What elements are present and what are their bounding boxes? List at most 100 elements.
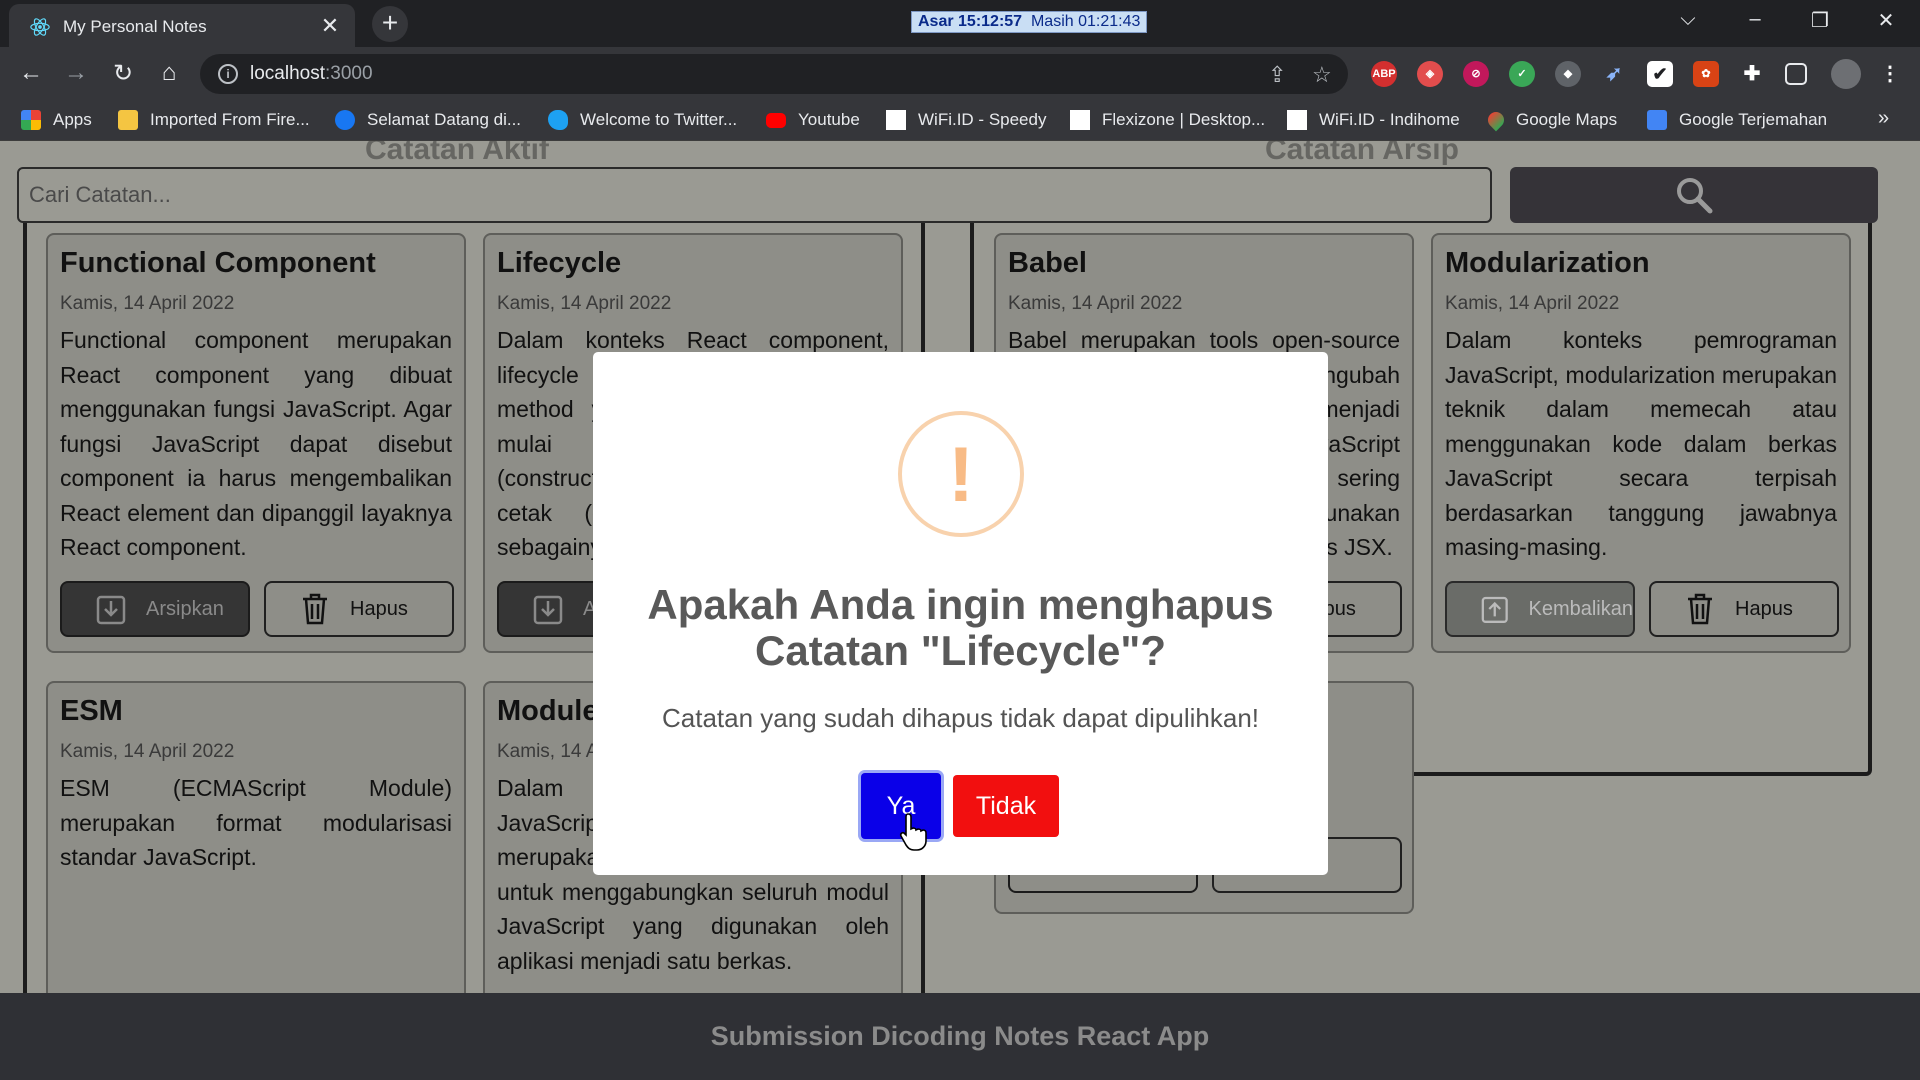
delete-confirm-dialog: ! Apakah Anda ingin menghapus Catatan "L… <box>593 352 1328 875</box>
reload-icon[interactable]: ↻ <box>107 59 139 88</box>
profile-avatar[interactable] <box>1831 59 1861 89</box>
restore-button-label: Kembalikan <box>1528 597 1633 620</box>
apps-grid-icon <box>21 110 41 130</box>
archive-download-icon <box>533 595 563 625</box>
search-icon <box>1677 178 1713 214</box>
bookmark-label: Google Terjemahan <box>1679 110 1828 129</box>
bookmark-twitter[interactable]: Welcome to Twitter... <box>548 110 737 130</box>
minimize-icon[interactable]: – <box>1735 8 1775 31</box>
bookmark-flexizone[interactable]: Flexizone | Desktop... <box>1070 110 1265 130</box>
color-picker-extension-icon[interactable]: ✿ <box>1693 61 1719 87</box>
note-date: Kamis, 14 April 2022 <box>497 293 672 314</box>
note-body: Functional component merupakan React com… <box>60 327 452 560</box>
close-window-icon[interactable]: ✕ <box>1866 8 1906 33</box>
url-text: localhost:3000 <box>250 63 373 85</box>
bookmark-wifi-indihome[interactable]: WiFi.ID - Indihome <box>1287 110 1460 130</box>
bookmark-apps[interactable]: Apps <box>21 110 92 130</box>
delete-button-label: Hapus <box>350 597 408 620</box>
note-date: Kamis, 14 April 2022 <box>60 293 235 314</box>
note-body: Dalam konteks pemrograman JavaScript, mo… <box>1445 327 1837 560</box>
address-toolbar: ← → ↻ ⌂ i localhost:3000 ⇪ ☆ ABP ◈ ⊘ ✓ ◆… <box>0 47 1920 101</box>
note-date: Kamis, 14 April 2022 <box>1445 293 1620 314</box>
restore-button[interactable]: Kembalikan <box>1445 581 1635 637</box>
hand-pointer-cursor-icon <box>899 813 927 851</box>
new-tab-button[interactable]: + <box>372 6 408 42</box>
twitter-icon <box>548 110 568 130</box>
bookmark-facebook[interactable]: Selamat Datang di... <box>335 110 521 130</box>
facebook-icon <box>335 110 355 130</box>
trash-icon <box>303 593 327 625</box>
archive-button-label: Arsipkan <box>146 597 224 620</box>
bookmark-google-maps[interactable]: Google Maps <box>1484 108 1618 132</box>
note-date: Kamis, 14 April 2022 <box>1008 293 1183 314</box>
bookmarks-overflow-chevron-icon[interactable]: » <box>1878 107 1889 130</box>
cancel-no-button[interactable]: Tidak <box>953 775 1059 837</box>
dialog-text: Catatan yang sudah dihapus tidak dapat d… <box>662 703 1259 733</box>
delete-button[interactable]: Hapus <box>1649 581 1839 637</box>
search-button[interactable] <box>1510 167 1878 223</box>
search-input[interactable]: Cari Catatan... <box>17 167 1492 223</box>
cursor-extension-icon[interactable]: ➶ <box>1601 61 1627 87</box>
youtube-icon <box>766 112 786 128</box>
extensions-puzzle-icon[interactable]: ✚ <box>1739 61 1765 87</box>
warning-exclamation-icon: ! <box>898 411 1024 537</box>
bookmark-label: Youtube <box>798 110 860 129</box>
note-title: Babel <box>1008 247 1087 279</box>
back-icon[interactable]: ← <box>15 59 47 87</box>
browser-tab[interactable]: My Personal Notes ✕ <box>9 4 355 47</box>
note-body: ESM (ECMAScript Module) merupakan format… <box>60 775 452 870</box>
url-port: :3000 <box>325 63 373 84</box>
trash-icon <box>1688 593 1712 625</box>
adblock-plus-icon[interactable]: ABP <box>1371 61 1397 87</box>
site-info-icon[interactable]: i <box>218 64 238 84</box>
archive-button[interactable]: Arsipkan <box>60 581 250 637</box>
archive-download-icon <box>96 595 126 625</box>
browser-menu-icon[interactable]: ⋮ <box>1877 61 1903 87</box>
bookmark-label: WiFi.ID - Indihome <box>1319 110 1460 129</box>
bookmark-label: Imported From Fire... <box>150 110 310 129</box>
delete-button[interactable]: Hapus <box>264 581 454 637</box>
tab-title: My Personal Notes <box>63 17 207 36</box>
tab-search-chevron-icon[interactable]: ⌵ <box>1668 8 1708 31</box>
shield-extension-icon[interactable]: ◈ <box>1417 61 1443 87</box>
bookmark-wifi-speedy[interactable]: WiFi.ID - Speedy <box>886 110 1046 130</box>
note-card: Modularization Kamis, 14 April 2022 Dala… <box>1431 233 1851 653</box>
bookmark-youtube[interactable]: Youtube <box>766 110 860 130</box>
prayer-time: Asar 15:12:57 <box>918 13 1023 30</box>
page-icon <box>886 110 906 130</box>
bookmark-label: Apps <box>53 110 92 129</box>
page-icon <box>1287 110 1307 130</box>
privacy-shield-icon[interactable]: ◆ <box>1555 61 1581 87</box>
maps-pin-icon <box>1484 108 1508 132</box>
vpn-shield-icon[interactable]: ✓ <box>1509 61 1535 87</box>
bookmarks-bar: Apps Imported From Fire... Selamat Datan… <box>0 101 1920 141</box>
home-icon[interactable]: ⌂ <box>153 59 185 87</box>
unarchive-upload-icon <box>1481 596 1508 623</box>
note-title: Lifecycle <box>497 247 622 279</box>
tab-strip: My Personal Notes ✕ + Asar 15:12:57 Masi… <box>0 0 1920 47</box>
app-footer: Submission Dicoding Notes React App <box>0 993 1920 1080</box>
bookmark-folder-imported[interactable]: Imported From Fire... <box>118 110 310 130</box>
bookmark-label: Google Maps <box>1516 110 1618 129</box>
side-panel-icon[interactable] <box>1785 63 1807 85</box>
bookmark-label: Welcome to Twitter... <box>580 110 738 129</box>
forward-icon[interactable]: → <box>60 59 92 87</box>
bookmark-star-icon[interactable]: ☆ <box>1312 62 1332 88</box>
bookmark-label: Flexizone | Desktop... <box>1102 110 1266 129</box>
note-title: Functional Component <box>60 247 376 279</box>
restore-window-icon[interactable]: ❐ <box>1800 8 1840 33</box>
active-section-heading: Catatan Aktif <box>365 141 549 166</box>
checkbox-extension-icon[interactable]: ✔ <box>1647 61 1673 87</box>
block-extension-icon[interactable]: ⊘ <box>1463 61 1489 87</box>
folder-icon <box>118 110 138 130</box>
share-icon[interactable]: ⇪ <box>1268 62 1286 88</box>
note-date: Kamis, 14 April 2022 <box>60 741 235 762</box>
close-tab-icon[interactable]: ✕ <box>317 13 343 39</box>
delete-button-label: Hapus <box>1735 597 1793 620</box>
address-bar[interactable]: i localhost:3000 ⇪ ☆ <box>200 54 1348 94</box>
react-logo-icon <box>30 18 50 36</box>
bookmark-google-translate[interactable]: Google Terjemahan <box>1647 110 1827 130</box>
bookmark-label: WiFi.ID - Speedy <box>918 110 1047 129</box>
note-card: Functional Component Kamis, 14 April 202… <box>46 233 466 653</box>
prayer-remaining: Masih 01:21:43 <box>1030 13 1141 30</box>
